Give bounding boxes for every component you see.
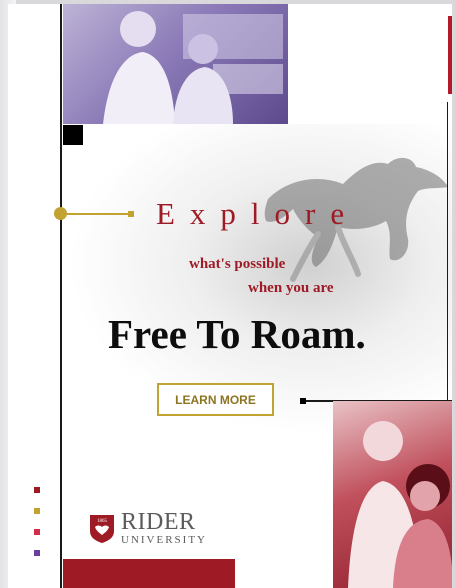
gold-pointer-end xyxy=(128,211,134,217)
explore-heading: Explore xyxy=(156,196,360,231)
ad-banner: Explore what's possible when you are Fre… xyxy=(8,4,452,588)
students-smiling-photo xyxy=(333,401,452,588)
bottom-red-bar xyxy=(63,559,235,588)
university-seal-icon: 1865 xyxy=(90,515,114,543)
dot-gold xyxy=(34,508,40,514)
dot-red xyxy=(34,487,40,493)
students-in-lab-photo xyxy=(63,4,288,124)
gold-pointer-line xyxy=(66,213,132,215)
logo-subtitle: UNIVERSITY xyxy=(121,534,207,546)
right-rule xyxy=(446,102,448,402)
color-dots xyxy=(34,487,40,571)
tagline-line-1: what's possible xyxy=(189,256,286,272)
svg-text:1865: 1865 xyxy=(97,519,108,524)
red-accent-bar xyxy=(448,16,452,94)
rider-university-logo[interactable]: 1865 RIDER UNIVERSITY xyxy=(88,510,207,546)
dot-purple xyxy=(34,550,40,556)
tagline-line-2: when you are xyxy=(248,280,334,296)
logo-name: RIDER xyxy=(121,509,196,535)
vertical-rule xyxy=(60,4,62,588)
headline: Free To Roam. xyxy=(108,311,366,357)
decorative-black-square xyxy=(63,125,83,145)
learn-more-button[interactable]: LEARN MORE xyxy=(157,383,274,416)
logo-wordmark: RIDER UNIVERSITY xyxy=(121,510,207,546)
dot-pink xyxy=(34,529,40,535)
